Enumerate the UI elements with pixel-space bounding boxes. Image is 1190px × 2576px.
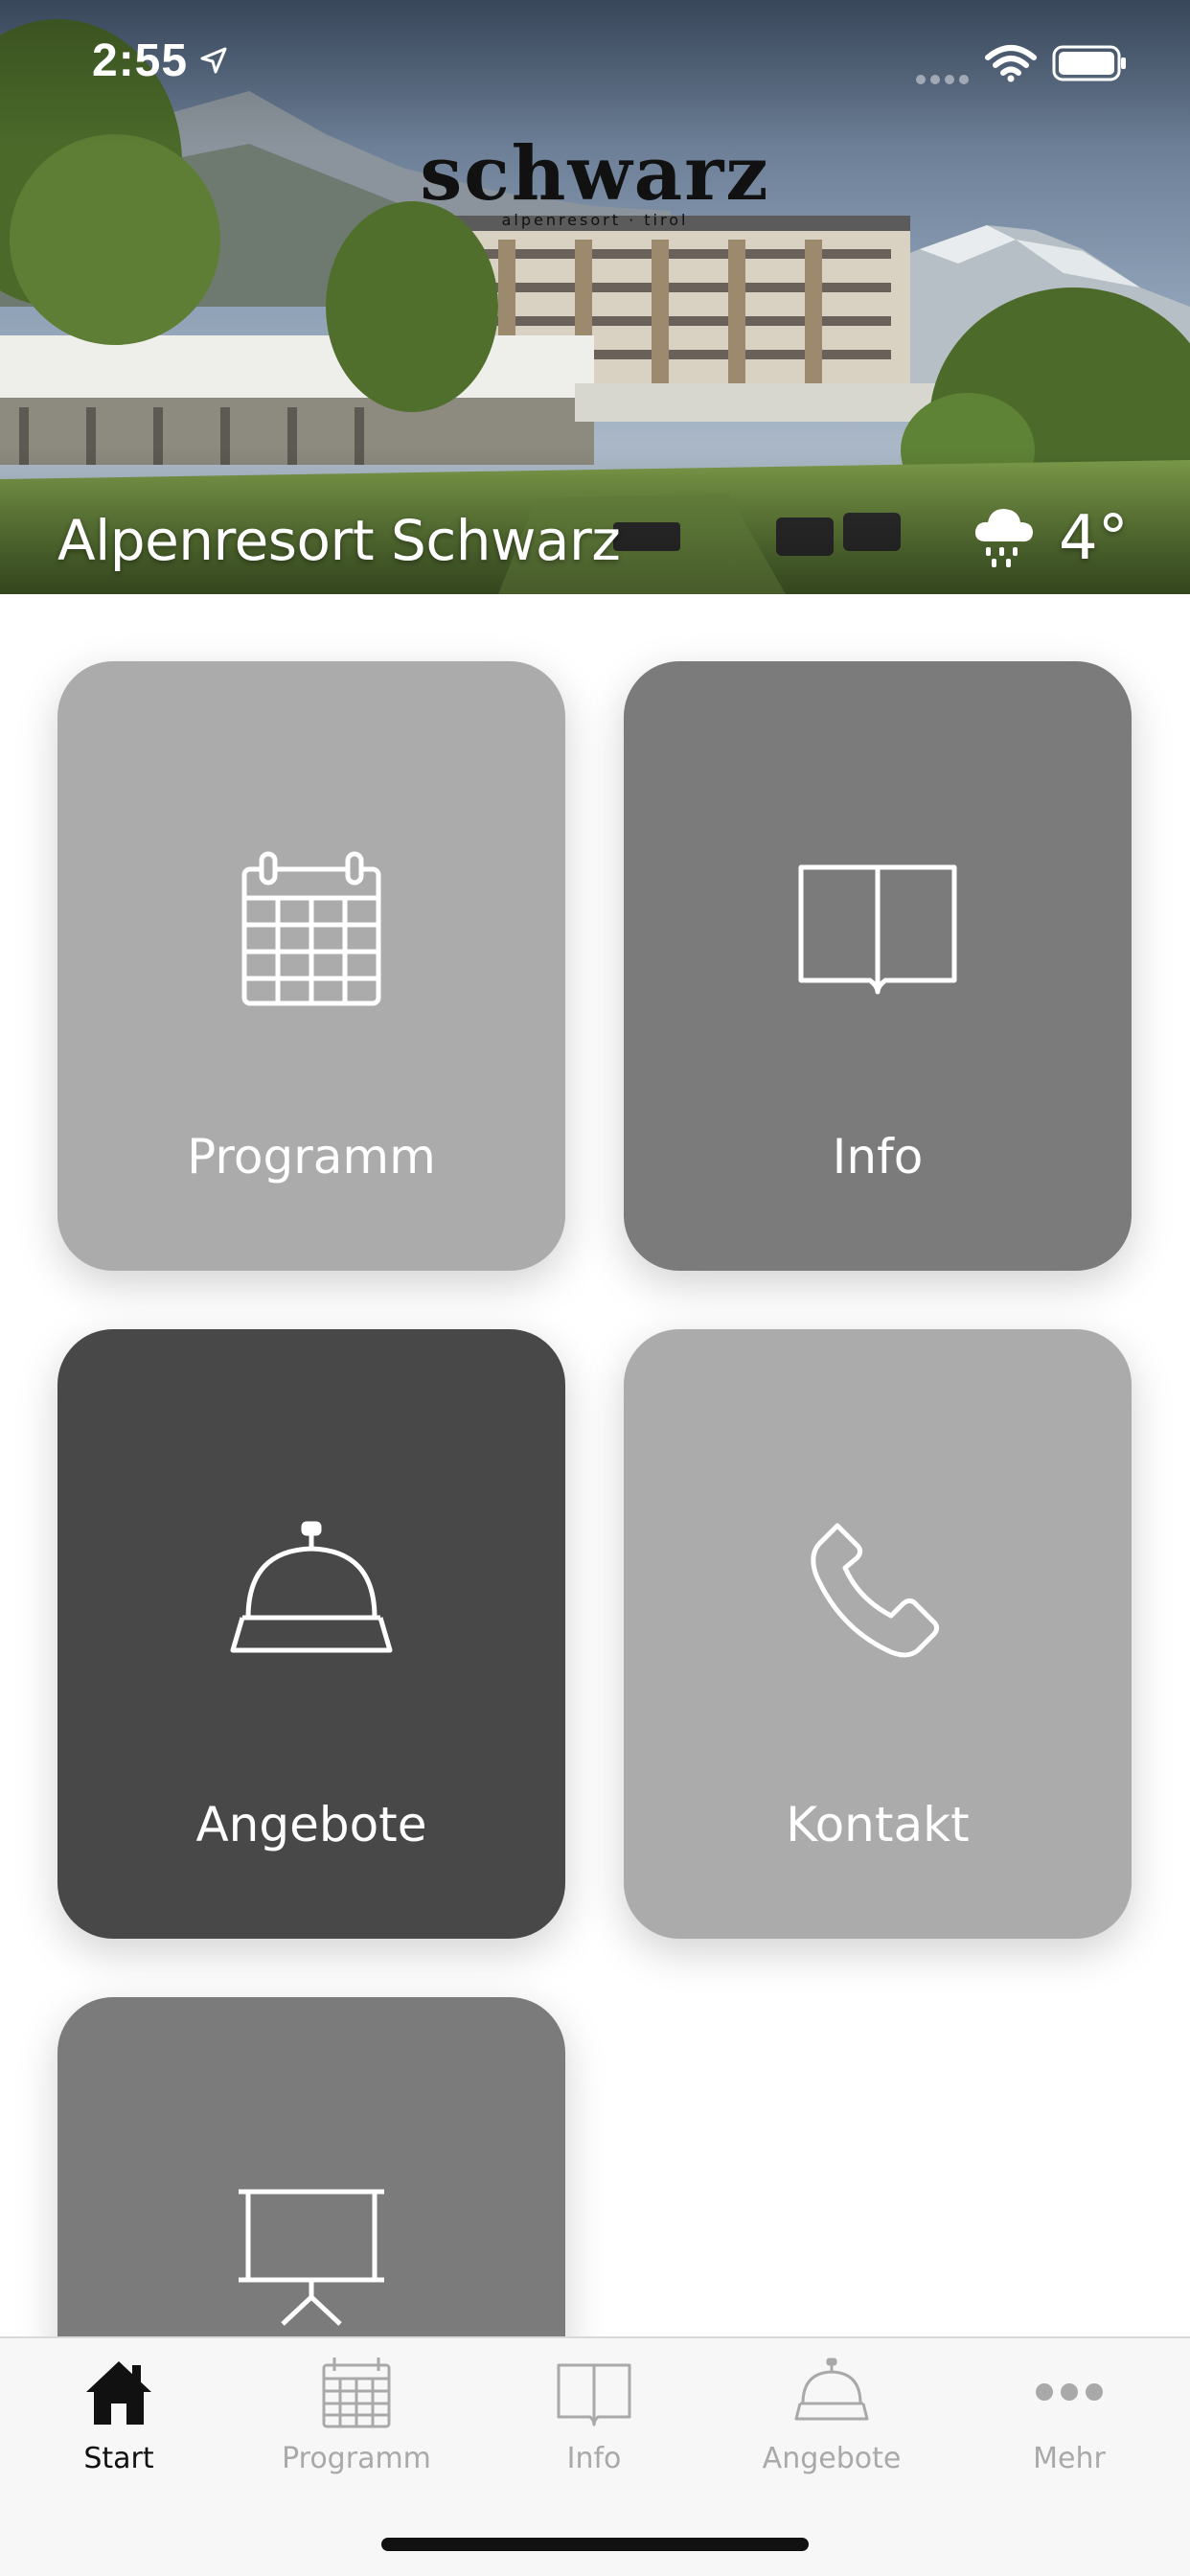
tab-label: Mehr <box>1033 2442 1106 2475</box>
home-icon <box>0 2356 238 2428</box>
phone-icon <box>624 1516 1132 1669</box>
logo-wordmark: schwarz <box>420 130 770 218</box>
hero-header: 2:55 schwarz alpenresort · tirol Alpenre… <box>0 0 1190 594</box>
tab-label: Info <box>566 2442 622 2475</box>
more-dots-icon <box>950 2356 1188 2428</box>
wifi-icon <box>985 44 1037 86</box>
service-bell-icon <box>57 1516 565 1669</box>
cellular-signal-icon <box>915 71 973 89</box>
presentation-board-icon <box>57 2184 565 2328</box>
rain-cloud-icon <box>973 503 1036 574</box>
tile-programm[interactable]: Programm <box>57 661 565 1271</box>
tile-label: Programm <box>187 1129 436 1184</box>
tile-label: Kontakt <box>786 1797 970 1852</box>
tile-info[interactable]: Info <box>624 661 1132 1271</box>
battery-icon <box>1052 45 1129 85</box>
location-arrow-icon <box>199 46 228 79</box>
weather-temperature: 4° <box>1059 503 1129 574</box>
calendar-icon <box>238 2356 475 2428</box>
logo-subtext: alpenresort · tirol <box>501 211 689 229</box>
tile-label: Info <box>832 1129 924 1184</box>
book-icon <box>475 2356 713 2428</box>
tab-angebote[interactable]: Angebote <box>713 2338 950 2501</box>
home-indicator[interactable] <box>381 2538 809 2551</box>
resort-name: Alpenresort Schwarz <box>57 508 621 573</box>
tab-label: Angebote <box>762 2442 902 2475</box>
calendar-icon <box>57 848 565 1011</box>
tab-start[interactable]: Start <box>0 2338 238 2501</box>
tab-info[interactable]: Info <box>475 2338 713 2501</box>
resort-logo: schwarz alpenresort · tirol <box>0 130 1190 230</box>
status-time: 2:55 <box>92 35 189 86</box>
tab-programm[interactable]: Programm <box>238 2338 475 2501</box>
tile-kontakt[interactable]: Kontakt <box>624 1329 1132 1939</box>
tab-label: Start <box>83 2442 154 2475</box>
tab-mehr[interactable]: Mehr <box>950 2338 1188 2501</box>
service-bell-icon <box>713 2356 950 2428</box>
app-screen: 2:55 schwarz alpenresort · tirol Alpenre… <box>0 0 1190 2576</box>
tile-angebote[interactable]: Angebote <box>57 1329 565 1939</box>
tile-label: Angebote <box>195 1797 427 1852</box>
book-icon <box>624 848 1132 1001</box>
tab-label: Programm <box>282 2442 431 2475</box>
status-bar: 2:55 <box>0 0 1190 126</box>
